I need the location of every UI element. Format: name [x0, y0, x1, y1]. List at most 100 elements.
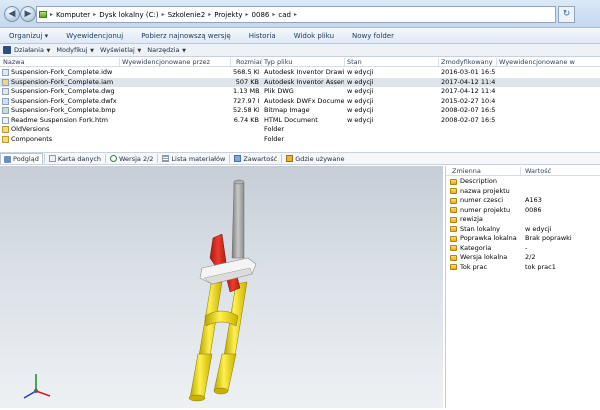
file-row[interactable]: OldVersions Folder [0, 125, 600, 135]
file-row[interactable]: Components Folder [0, 135, 600, 145]
column-header-value[interactable]: Wartość [525, 167, 551, 175]
file-state-cell: w edycji [347, 77, 374, 86]
forward-button[interactable]: ▶ [20, 6, 36, 22]
get-latest-button[interactable]: Pobierz najnowszą wersję [132, 32, 240, 40]
tab-preview[interactable]: Podgląd [0, 153, 43, 164]
file-row[interactable]: Suspension-Fork_Complete.iam 507 KB Autode… [0, 77, 600, 87]
where-used-icon [286, 155, 294, 162]
file-modified-cell: 2016-03-01 16:53:46 [441, 68, 496, 76]
property-row[interactable]: Stan lokalny w edycji [446, 225, 600, 235]
breadcrumb-item[interactable]: Dysk lokalny (C:) [99, 11, 158, 19]
actions-menu[interactable]: Działania ▼ [14, 46, 50, 54]
file-list-header: Nazwa Wyewidencjonowane przez Rozmiar Ty… [0, 57, 600, 67]
column-header-variable[interactable]: Zmienna [452, 167, 481, 175]
refresh-icon[interactable]: ↻ [558, 6, 575, 23]
history-button[interactable]: Historia [240, 32, 285, 40]
breadcrumb-item[interactable]: Projekty [214, 11, 242, 19]
property-row[interactable]: Wersja lokalna 2/2 [446, 253, 600, 263]
breadcrumb-item[interactable]: 0086 [252, 11, 270, 19]
dwg-icon [2, 88, 9, 95]
property-row[interactable]: numer czesci A163 [446, 196, 600, 206]
property-name: Stan lokalny [460, 224, 501, 233]
tab-contents[interactable]: Zawartość [231, 153, 280, 164]
file-type-cell: Autodesk Inventor Assembly [264, 77, 344, 86]
new-folder-button[interactable]: Nowy folder [343, 32, 403, 40]
file-name-cell: Components [11, 134, 53, 143]
file-name-cell: Suspension-Fork_Complete.dwg [11, 87, 115, 95]
vault-toolbar: Działania ▼ Modyfikuj ▼ Wyświetlaj ▼ Nar… [0, 44, 600, 57]
file-row[interactable]: Suspension-Fork_Complete.bmp 52.58 KB Bitm… [0, 106, 600, 116]
column-header-state[interactable]: Stan [347, 58, 362, 66]
tab-version[interactable]: Wersja 2/2 [107, 153, 156, 164]
breadcrumb-item[interactable]: cad [278, 11, 291, 19]
property-row[interactable]: Kategoria - [446, 244, 600, 254]
preview-icon [4, 155, 11, 163]
organize-button[interactable]: Organizuj ▾ [0, 32, 57, 40]
file-row[interactable]: Suspension-Fork_Complete.dwfx 727.97 KB Au… [0, 97, 600, 107]
file-row[interactable]: Suspension-Fork_Complete.dwg 1.13 MB Plik … [0, 87, 600, 97]
file-modified-cell: 2008-02-07 16:55:56 [441, 106, 496, 114]
file-type-cell: Autodesk Inventor Drawing [264, 68, 344, 76]
bom-icon [162, 155, 170, 162]
file-modified-cell: 2017-04-12 11:40:36 [441, 87, 496, 95]
folder-icon [2, 126, 9, 133]
column-header-checked-out-to[interactable]: Wyewidencjonowane w [499, 58, 575, 66]
property-row[interactable]: rewizja [446, 215, 600, 225]
file-row[interactable]: Readme Suspension Fork.htm 6.74 KB HTML Do… [0, 116, 600, 126]
property-icon [450, 264, 457, 270]
file-name-cell: Readme Suspension Fork.htm [11, 115, 108, 124]
file-name-cell: Suspension-Fork_Complete.bmp [11, 106, 116, 114]
breadcrumb-item[interactable]: Komputer [56, 11, 90, 19]
property-name: Kategoria [460, 243, 492, 252]
address-field[interactable]: ▸ Komputer ▸ Dysk lokalny (C:) ▸ Szkolenie… [36, 6, 556, 23]
tab-datasheet[interactable]: Karta danych [46, 153, 104, 164]
column-header-modified[interactable]: Zmodyfikowany [441, 58, 493, 66]
column-header-type[interactable]: Typ pliku [264, 58, 292, 66]
file-state-cell: w edycji [347, 115, 374, 124]
file-view-button[interactable]: Widok pliku [285, 32, 343, 40]
property-icon [450, 188, 457, 194]
command-bar: Organizuj ▾ Wyewidencjonuj Pobierz najno… [0, 28, 600, 44]
back-button[interactable]: ◀ [4, 6, 20, 22]
property-row[interactable]: Description [446, 177, 600, 187]
file-name-cell: Suspension-Fork_Complete.iam [11, 77, 114, 86]
view-menu[interactable]: Wyświetlaj ▼ [100, 46, 141, 54]
property-name: numer czesci [460, 196, 504, 204]
file-state-cell: w edycji [347, 106, 374, 114]
property-icon [450, 235, 457, 242]
column-header-size[interactable]: Rozmiar [236, 58, 262, 66]
tools-menu[interactable]: Narzędzia ▼ [147, 46, 186, 54]
preview-tabs: Podgląd Karta danych Wersja 2/2 Lista ma… [0, 152, 600, 165]
property-icon [450, 245, 457, 251]
file-row[interactable]: Suspension-Fork_Complete.idw 568.5 KB Auto… [0, 68, 600, 78]
property-row[interactable]: Poprawka lokalna Brak poprawki [446, 234, 600, 244]
property-value: - [525, 243, 528, 252]
tab-bom[interactable]: Lista materiałów [159, 153, 228, 164]
column-header-name[interactable]: Nazwa [3, 58, 25, 66]
column-header-checked-out-by[interactable]: Wyewidencjonowane przez [122, 58, 210, 66]
model-preview-viewport[interactable] [0, 166, 443, 408]
property-row[interactable]: Tok prac tok prac1 [446, 263, 600, 273]
property-row[interactable]: numer projektu 0086 [446, 206, 600, 216]
check-out-button[interactable]: Wyewidencjonuj [57, 32, 132, 40]
tab-where-used[interactable]: Gdzie używane [283, 153, 347, 164]
htm-icon [2, 116, 9, 124]
breadcrumb-item[interactable]: Szkolenie2 [168, 11, 206, 19]
properties-list: Description nazwa projektu numer czesci A16… [446, 177, 600, 277]
file-type-cell: Bitmap Image [264, 106, 310, 114]
property-name: rewizja [460, 215, 483, 223]
file-type-cell: Autodesk DWFx Document [264, 96, 344, 105]
property-row[interactable]: nazwa projektu [446, 187, 600, 197]
file-name-cell: Suspension-Fork_Complete.dwfx [11, 96, 117, 105]
address-bar-region: ◀ ▶ ▸ Komputer ▸ Dysk lokalny (C:) ▸ Szkol… [0, 0, 600, 28]
folder-icon [2, 135, 9, 143]
file-size-cell: 507 KB [235, 77, 259, 86]
file-modified-cell: 2015-02-27 10:42:52 [441, 96, 496, 105]
contents-icon [234, 155, 242, 162]
datasheet-icon [48, 155, 56, 162]
vault-logo-icon [3, 46, 11, 54]
idw-icon [2, 69, 9, 76]
modify-menu[interactable]: Modyfikuj ▼ [56, 46, 94, 54]
property-name: Poprawka lokalna [460, 234, 517, 242]
property-value: Brak poprawki [525, 234, 572, 242]
